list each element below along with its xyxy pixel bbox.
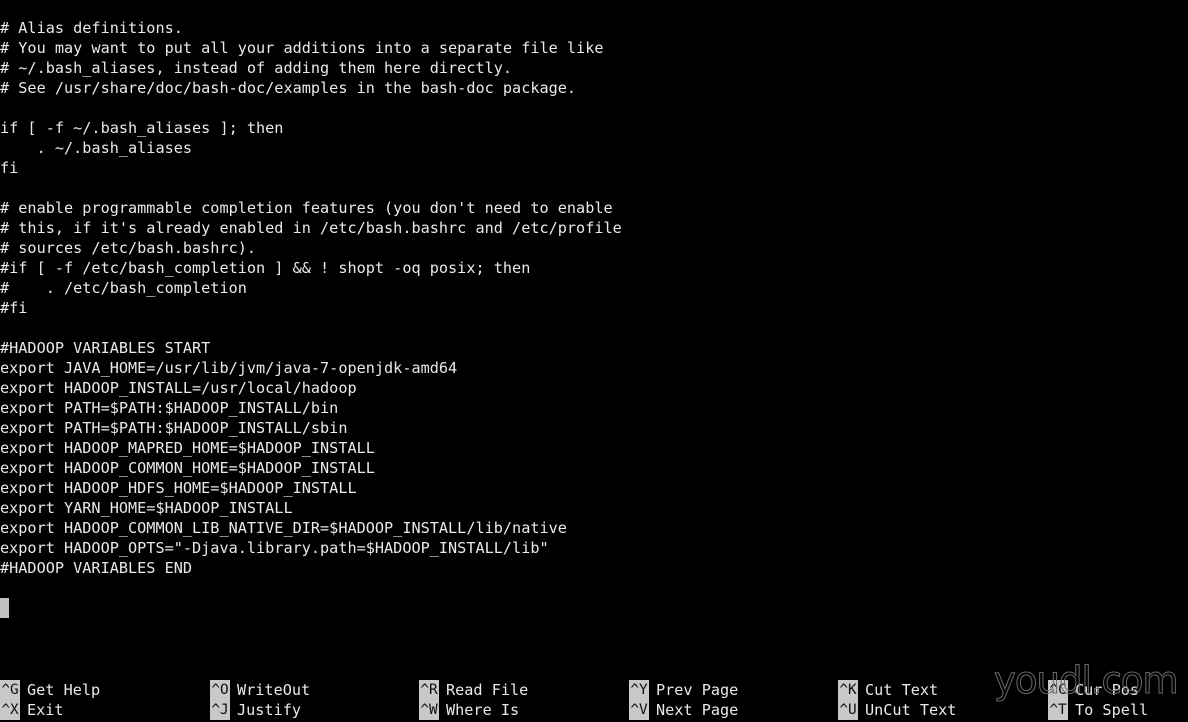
shortcut-label: WriteOut	[237, 681, 311, 699]
shortcut-writeout[interactable]: ^O WriteOut	[210, 680, 310, 700]
editor-line: export HADOOP_MAPRED_HOME=$HADOOP_INSTAL…	[0, 439, 375, 457]
editor-line: #HADOOP VARIABLES START	[0, 339, 211, 357]
text-cursor	[0, 598, 9, 618]
editor-line: #if [ -f /etc/bash_completion ] && ! sho…	[0, 259, 531, 277]
editor-line: export PATH=$PATH:$HADOOP_INSTALL/sbin	[0, 419, 348, 437]
shortcut-read-file[interactable]: ^R Read File	[419, 680, 528, 700]
editor-line: export HADOOP_COMMON_HOME=$HADOOP_INSTAL…	[0, 459, 375, 477]
shortcut-keycap: ^T	[1048, 700, 1068, 720]
shortcut-label: Cur Pos	[1075, 681, 1140, 699]
shortcut-prev-page[interactable]: ^Y Prev Page	[629, 680, 738, 700]
shortcut-label: Read File	[446, 681, 529, 699]
shortcut-keycap: ^W	[419, 700, 439, 720]
shortcut-column: ^K Cut Text ^U UnCut Text	[838, 678, 956, 722]
shortcut-keycap: ^J	[210, 700, 230, 720]
shortcut-cut-text[interactable]: ^K Cut Text	[838, 680, 956, 700]
editor-line: # . /etc/bash_completion	[0, 279, 247, 297]
shortcut-next-page[interactable]: ^V Next Page	[629, 700, 738, 720]
editor-line: # this, if it's already enabled in /etc/…	[0, 219, 622, 237]
shortcut-label: Cut Text	[865, 681, 939, 699]
shortcut-label: Justify	[237, 701, 302, 719]
shortcut-to-spell[interactable]: ^T To Spell	[1048, 700, 1148, 720]
editor-line: #fi	[0, 299, 28, 317]
editor-line: export HADOOP_COMMON_LIB_NATIVE_DIR=$HAD…	[0, 519, 567, 537]
shortcut-column: ^O WriteOut ^J Justify	[210, 678, 310, 722]
shortcut-label: To Spell	[1075, 701, 1149, 719]
editor-line: # sources /etc/bash.bashrc).	[0, 239, 257, 257]
shortcut-keycap: ^C	[1048, 680, 1068, 700]
shortcut-keycap: ^U	[838, 700, 858, 720]
editor-line: # You may want to put all your additions…	[0, 39, 604, 57]
shortcut-label: Next Page	[656, 701, 739, 719]
editor-line: if [ -f ~/.bash_aliases ]; then	[0, 119, 284, 137]
shortcut-exit[interactable]: ^X Exit	[0, 700, 100, 720]
shortcut-get-help[interactable]: ^G Get Help	[0, 680, 100, 700]
editor-line: # See /usr/share/doc/bash-doc/examples i…	[0, 79, 577, 97]
editor-line: export HADOOP_HDFS_HOME=$HADOOP_INSTALL	[0, 479, 357, 497]
editor-line: export PATH=$PATH:$HADOOP_INSTALL/bin	[0, 399, 339, 417]
editor-line: export YARN_HOME=$HADOOP_INSTALL	[0, 499, 293, 517]
shortcut-label: Prev Page	[656, 681, 739, 699]
editor-line: fi	[0, 159, 19, 177]
shortcut-label: Get Help	[27, 681, 101, 699]
terminal-window: # Alias definitions. # You may want to pu…	[0, 0, 1188, 722]
editor-line: . ~/.bash_aliases	[0, 139, 193, 157]
shortcut-uncut-text[interactable]: ^U UnCut Text	[838, 700, 956, 720]
editor-line: export HADOOP_OPTS="-Djava.library.path=…	[0, 539, 549, 557]
editor-line: #HADOOP VARIABLES END	[0, 559, 193, 577]
shortcut-keycap: ^O	[210, 680, 230, 700]
shortcut-keycap: ^R	[419, 680, 439, 700]
shortcut-keycap: ^K	[838, 680, 858, 700]
shortcut-label: Exit	[27, 701, 64, 719]
nano-shortcut-bar: ^G Get Help ^X Exit ^O WriteOut ^J Justify ^R Rea…	[0, 678, 1188, 722]
shortcut-keycap: ^G	[0, 680, 20, 700]
shortcut-cur-pos[interactable]: ^C Cur Pos	[1048, 680, 1148, 700]
shortcut-where-is[interactable]: ^W Where Is	[419, 700, 528, 720]
shortcut-label: UnCut Text	[865, 701, 957, 719]
editor-line: # ~/.bash_aliases, instead of adding the…	[0, 59, 513, 77]
editor-line: # enable programmable completion feature…	[0, 199, 613, 217]
nano-editor-text-area[interactable]: # Alias definitions. # You may want to pu…	[0, 0, 1188, 660]
editor-line: # Alias definitions.	[0, 19, 183, 37]
shortcut-column: ^C Cur Pos ^T To Spell	[1048, 678, 1148, 722]
shortcut-column: ^Y Prev Page ^V Next Page	[629, 678, 738, 722]
shortcut-label: Where Is	[446, 701, 520, 719]
editor-line: export HADOOP_INSTALL=/usr/local/hadoop	[0, 379, 357, 397]
editor-line: export JAVA_HOME=/usr/lib/jvm/java-7-ope…	[0, 359, 458, 377]
shortcut-keycap: ^X	[0, 700, 20, 720]
shortcut-column: ^G Get Help ^X Exit	[0, 678, 100, 722]
shortcut-justify[interactable]: ^J Justify	[210, 700, 310, 720]
shortcut-column: ^R Read File ^W Where Is	[419, 678, 528, 722]
shortcut-keycap: ^V	[629, 700, 649, 720]
shortcut-keycap: ^Y	[629, 680, 649, 700]
